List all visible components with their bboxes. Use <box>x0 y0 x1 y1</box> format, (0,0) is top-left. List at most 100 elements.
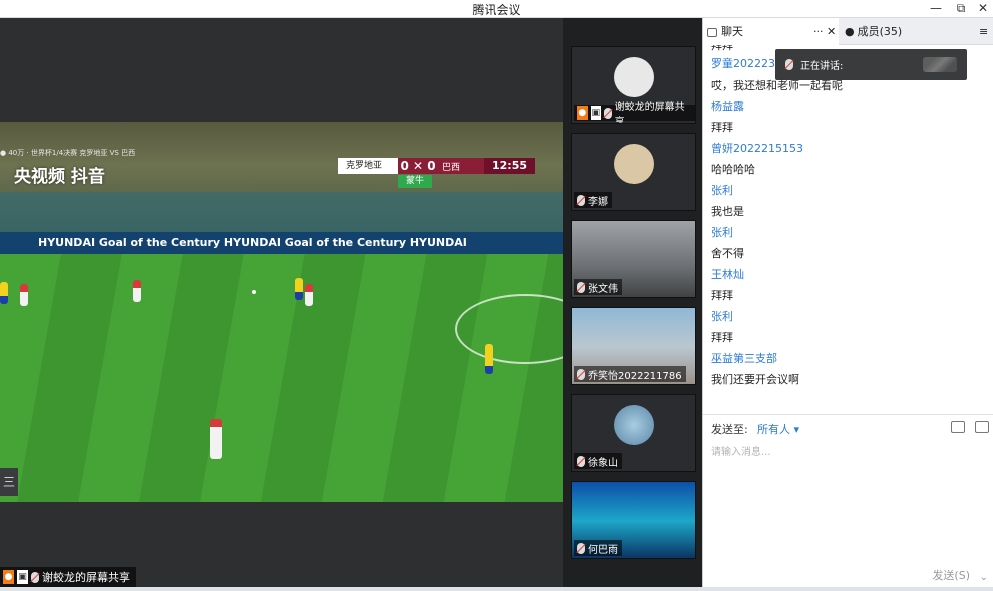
sponsor-badge: 蒙牛 <box>398 175 432 188</box>
match-clock: 12:55 <box>484 158 535 174</box>
team1-name: 克罗地亚 <box>338 158 398 174</box>
mic-muted-icon <box>785 59 793 70</box>
ad-board-text: HYUNDAI Goal of the Century HYUNDAI Goal… <box>38 236 467 249</box>
broadcast-watermark: 央视频 抖音 <box>14 167 105 187</box>
file-icon[interactable] <box>951 421 965 433</box>
mic-muted-icon <box>577 368 585 380</box>
participant-label: 李娜 <box>574 192 612 208</box>
participant-tile[interactable]: 徐象山 <box>571 394 696 472</box>
chat-icon <box>707 27 717 37</box>
minimize-button[interactable]: — <box>925 0 947 18</box>
speaking-label: 正在讲话: <box>800 61 844 72</box>
participant-label: 乔笑怡2022211786 <box>574 366 686 382</box>
penalty-arc <box>455 294 563 364</box>
mic-muted-icon <box>577 542 585 554</box>
send-button[interactable]: 发送(S) <box>932 567 970 583</box>
shared-screen-video[interactable]: HYUNDAI Goal of the Century HYUNDAI Goal… <box>0 122 563 502</box>
person-icon: ● <box>3 570 14 584</box>
chat-message-text: 哎，我还想和老师一起看呢 <box>711 79 843 92</box>
chat-sender: 杨益露 <box>711 100 744 113</box>
more-options-button[interactable]: ··· <box>813 18 824 45</box>
participant-name: 何巴雨 <box>588 544 618 556</box>
tab-members[interactable]: ● 成员(35) <box>841 18 971 45</box>
ball <box>252 290 256 294</box>
chat-message-list[interactable]: 拜拜 罗童2022235 哎，我还想和老师一起看呢 杨益露 拜拜 曾妍20222… <box>711 45 986 411</box>
bottom-strip <box>0 587 993 591</box>
restore-button[interactable]: ⧉ <box>950 0 972 18</box>
chat-sender: 巫益第三支部 <box>711 352 777 365</box>
chat-sender: 张利 <box>711 226 733 239</box>
participant-tile[interactable]: 何巴雨 <box>571 481 696 559</box>
mic-muted-icon <box>577 194 585 206</box>
chat-sender: 王林灿 <box>711 268 744 281</box>
participant-label: 何巴雨 <box>574 540 622 556</box>
chat-message-text: 我们还要开会议啊 <box>711 373 799 386</box>
participant-tile[interactable]: 乔笑怡2022211786 <box>571 307 696 385</box>
chat-message-text: 拜拜 <box>711 331 733 344</box>
presenter-label: ● ▣ 谢蛟龙的屏幕共享 <box>0 567 136 587</box>
chat-sender: 曾妍2022215153 <box>711 142 803 155</box>
mic-muted-icon <box>604 107 612 119</box>
chat-sender: 张利 <box>711 310 733 323</box>
chat-message-text: 我也是 <box>711 205 744 218</box>
chat-panel: 聊天 ··· ✕ ● 成员(35) ≡ 拜拜 罗童2022235 哎，我还想和老师… <box>702 18 993 587</box>
recipient-select[interactable]: 所有人 ▾ <box>757 421 799 437</box>
chat-sender: 张利 <box>711 184 733 197</box>
mic-muted-icon <box>577 281 585 293</box>
screen-icon: ▣ <box>17 570 28 584</box>
live-meta: ● 40万 · 世界杯1/4决赛 克罗地亚 VS 巴西 <box>0 149 136 157</box>
mic-muted-icon <box>31 571 39 583</box>
participant-label: 张文伟 <box>574 279 622 295</box>
scoreboard: 克罗地亚 0 ✕ 0 巴西 12:55 <box>338 158 535 174</box>
tab-members-label: 成员(35) <box>857 25 903 38</box>
chat-sender: 罗童2022235 <box>711 57 782 70</box>
side-toggle-button[interactable]: 三 <box>0 468 18 496</box>
presenter-name: 谢蛟龙的屏幕共享 <box>42 571 130 584</box>
message-input[interactable]: 请输入消息... <box>711 443 771 458</box>
tab-chat-label: 聊天 <box>721 25 743 38</box>
chat-message-text: 拜拜 <box>711 121 733 134</box>
panel-menu-button[interactable]: ≡ <box>979 18 993 45</box>
close-chat-button[interactable]: ✕ <box>827 18 836 45</box>
screenshot-icon[interactable] <box>975 421 989 433</box>
tab-chat[interactable]: 聊天 ··· ✕ <box>703 18 839 45</box>
chat-message-text: 舍不得 <box>711 247 744 260</box>
cat-avatar-icon <box>614 144 654 184</box>
participant-name: 谢蛟龙的屏幕共享 <box>614 102 685 124</box>
default-avatar-icon <box>614 57 654 97</box>
chat-message-text: 哈哈哈哈 <box>711 163 755 176</box>
participant-tile[interactable]: 李娜 <box>571 133 696 211</box>
main-video-area: HYUNDAI Goal of the Century HYUNDAI Goal… <box>0 18 563 587</box>
participant-name: 李娜 <box>588 196 608 208</box>
window-title-bar: 腾讯会议 — ⧉ ✕ <box>0 0 993 18</box>
player <box>0 282 8 304</box>
player <box>210 419 222 459</box>
close-window-button[interactable]: ✕ <box>972 0 993 18</box>
landscape-avatar-icon <box>614 405 654 445</box>
send-to-label: 发送至: <box>711 423 748 436</box>
window-title: 腾讯会议 <box>472 3 521 17</box>
participant-label: ● ▣ 谢蛟龙的屏幕共享 <box>574 102 695 123</box>
speaking-indicator: 正在讲话: <box>775 49 967 80</box>
members-icon: ● <box>845 25 855 38</box>
player <box>20 284 28 306</box>
speaker-waveform-icon <box>923 57 957 72</box>
player <box>305 284 313 306</box>
participant-tile[interactable]: 张文伟 <box>571 220 696 298</box>
player <box>295 278 303 300</box>
send-options-icon[interactable]: ⌄ <box>980 572 988 583</box>
chat-message-text: 拜拜 <box>711 289 733 302</box>
team2-name: 巴西 <box>442 162 461 173</box>
player <box>485 344 493 374</box>
participant-tile[interactable]: ● ▣ 谢蛟龙的屏幕共享 <box>571 46 696 124</box>
mic-muted-icon <box>577 455 585 467</box>
player <box>133 280 141 302</box>
participant-name: 张文伟 <box>588 283 618 295</box>
person-icon: ● <box>577 106 588 120</box>
ad-board: HYUNDAI Goal of the Century HYUNDAI Goal… <box>0 232 563 254</box>
participant-name: 乔笑怡2022211786 <box>588 370 682 382</box>
chat-message-text: 拜拜 <box>711 45 733 52</box>
chat-tabs: 聊天 ··· ✕ ● 成员(35) ≡ <box>703 18 993 45</box>
participant-name: 徐象山 <box>588 457 618 469</box>
screen-icon: ▣ <box>590 106 601 120</box>
